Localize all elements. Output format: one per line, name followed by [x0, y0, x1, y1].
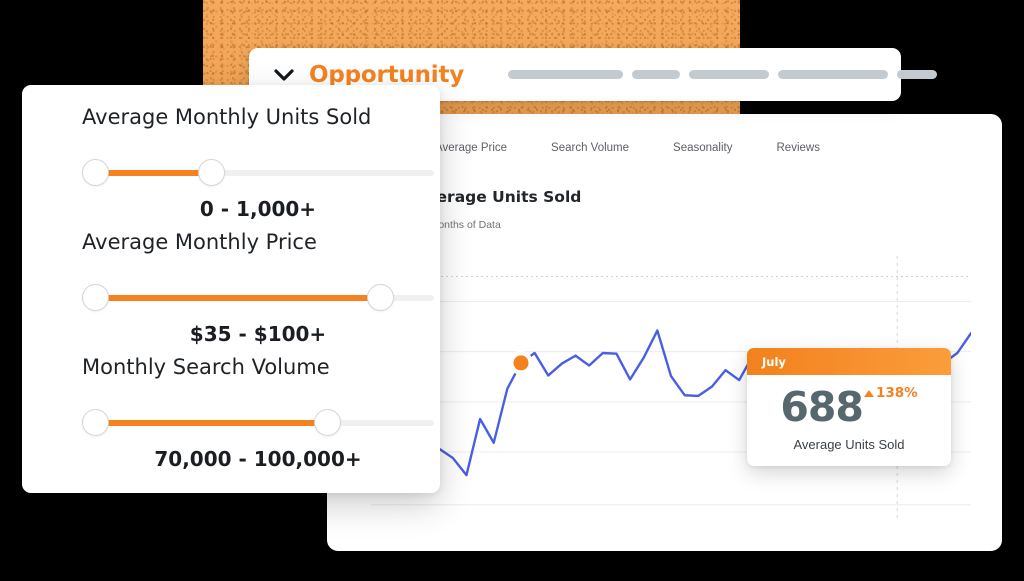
slider-handle-min[interactable]	[82, 409, 109, 436]
header-placeholder-pills	[508, 70, 938, 79]
slider-handle-min[interactable]	[82, 284, 109, 311]
chevron-down-icon[interactable]	[273, 64, 295, 86]
tooltip-body: 688 138% Average Units Sold	[747, 375, 951, 466]
filter-group-average-monthly-price: Average Monthly Price $35 - $100+	[22, 230, 440, 350]
tab-label: Search Volume	[551, 142, 630, 154]
tab-reviews[interactable]: Reviews	[755, 142, 842, 163]
tab-label: Average Price	[435, 142, 508, 154]
highlight-point[interactable]	[513, 355, 529, 371]
filters-panel: Average Monthly Units Sold 0 - 1,000+ Aver…	[22, 85, 440, 493]
range-slider-monthly-search-volume[interactable]	[82, 409, 434, 437]
header-pill-5	[897, 70, 938, 79]
tooltip-value-row: 688 138%	[747, 383, 951, 431]
header-pill-1	[508, 70, 624, 79]
tooltip-delta-text: 138%	[875, 385, 918, 401]
header-pill-2	[632, 70, 681, 79]
slider-handle-max[interactable]	[367, 284, 395, 311]
filter-value-average-monthly-units-sold: 0 - 1,000+	[199, 197, 317, 221]
tooltip-delta: 138%	[863, 385, 918, 401]
screenshot-stage: Average Price Search Volume Seasonality …	[0, 0, 1024, 581]
tooltip-month: July	[762, 354, 786, 369]
filter-label-monthly-search-volume: Monthly Search Volume	[82, 355, 330, 379]
tooltip-header: July	[747, 348, 951, 375]
filter-label-average-monthly-units-sold: Average Monthly Units Sold	[82, 105, 372, 129]
tooltip-value: 688	[780, 383, 864, 431]
chart-tooltip: July 688 138% Average Units Sold	[747, 348, 951, 466]
range-slider-average-monthly-price[interactable]	[82, 284, 434, 312]
page-title: Opportunity	[309, 61, 465, 88]
filter-group-average-monthly-units-sold: Average Monthly Units Sold 0 - 1,000+	[22, 105, 440, 225]
filter-label-average-monthly-price: Average Monthly Price	[82, 230, 317, 254]
tooltip-label: Average Units Sold	[793, 437, 905, 452]
filter-value-monthly-search-volume: 70,000 - 100,000+	[154, 447, 362, 471]
slider-handle-max[interactable]	[198, 159, 226, 186]
tab-label: Seasonality	[673, 142, 733, 154]
caret-up-icon	[863, 389, 874, 397]
tab-seasonality[interactable]: Seasonality	[651, 142, 754, 163]
slider-handle-max[interactable]	[314, 409, 342, 436]
slider-track-fill	[95, 420, 328, 426]
range-slider-average-monthly-units-sold[interactable]	[82, 159, 434, 187]
slider-track-fill	[95, 170, 212, 176]
slider-handle-min[interactable]	[82, 159, 109, 186]
slider-track-fill	[95, 295, 381, 301]
header-pill-3	[689, 70, 770, 79]
filter-group-monthly-search-volume: Monthly Search Volume 70,000 - 100,000+	[22, 355, 440, 475]
tab-search-volume[interactable]: Search Volume	[529, 142, 651, 163]
tab-label: Reviews	[776, 142, 820, 154]
filter-value-average-monthly-price: $35 - $100+	[189, 322, 327, 346]
header-pill-4	[778, 70, 889, 79]
